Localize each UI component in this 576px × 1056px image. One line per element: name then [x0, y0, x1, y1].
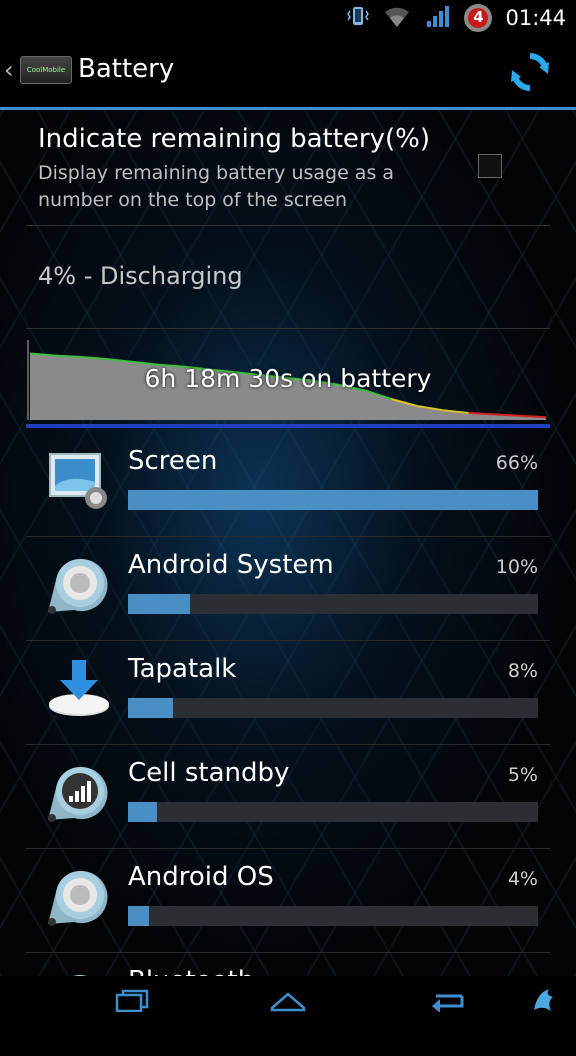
usage-bar-fill: [128, 698, 174, 718]
awake-bar: [26, 424, 550, 428]
usage-row[interactable]: Tapatalk 8%: [0, 640, 576, 744]
notification-count: 4: [473, 8, 484, 26]
battery-level-segment: [468, 412, 495, 416]
preference-summary: Display remaining battery usage as a num…: [38, 162, 395, 211]
battery-level-segment: [520, 414, 547, 419]
up-chevron-icon[interactable]: ‹: [4, 56, 14, 84]
cell-signal-icon: [44, 758, 114, 828]
usage-bar: [128, 802, 538, 822]
usage-percent: 5%: [507, 764, 538, 786]
app-logo[interactable]: CoolMobile: [20, 56, 72, 84]
divider: [26, 225, 550, 226]
usage-bar-fill: [128, 490, 538, 510]
notification-badge-icon: 4: [463, 3, 493, 33]
usage-bar-fill: [128, 594, 190, 614]
usage-bar-fill: [128, 906, 149, 926]
usage-name: Tapatalk: [128, 654, 237, 684]
refresh-icon[interactable]: [508, 50, 552, 98]
navigation-bar: [0, 976, 576, 1024]
time-on-battery: 6h 18m 30s on battery: [144, 364, 432, 393]
usage-bar-fill: [128, 802, 157, 822]
preference-title: Indicate remaining battery(%): [38, 124, 430, 154]
recent-apps-icon[interactable]: [92, 976, 172, 1024]
usage-row[interactable]: Android System 10%: [0, 536, 576, 640]
usage-row[interactable]: Android OS 4%: [0, 848, 576, 952]
usage-name: Android System: [128, 550, 334, 580]
usage-bar: [128, 490, 538, 510]
usage-percent: 10%: [495, 556, 538, 578]
usage-bar: [128, 906, 538, 926]
status-bar: 4 01:44: [0, 0, 576, 36]
vibrate-icon: [347, 4, 370, 32]
android-system-icon: [44, 550, 114, 620]
android-os-icon: [44, 862, 114, 932]
clock: 01:44: [505, 6, 566, 30]
page-title: Battery: [78, 54, 175, 84]
usage-percent: 8%: [507, 660, 538, 682]
wifi-icon: [381, 3, 413, 33]
battery-level-segment: [55, 354, 82, 358]
battery-status: 4% - Discharging: [38, 262, 243, 290]
usage-percent: 4%: [507, 868, 538, 890]
indicate-battery-checkbox[interactable]: [478, 154, 502, 178]
divider: [26, 328, 550, 329]
home-icon[interactable]: [248, 976, 328, 1024]
app-logo-text: CoolMobile: [26, 66, 66, 74]
battery-level-segment: [494, 413, 521, 417]
back-icon[interactable]: [408, 976, 488, 1024]
usage-row[interactable]: Screen 66%: [0, 432, 576, 536]
usage-name: Screen: [128, 446, 218, 476]
usage-bar: [128, 594, 538, 614]
signal-icon: [425, 3, 451, 33]
action-bar: ‹ CoolMobile Battery: [0, 36, 576, 110]
indicate-battery-preference[interactable]: Indicate remaining battery(%) Display re…: [0, 110, 576, 224]
usage-name: Cell standby: [128, 758, 290, 788]
usage-bar: [128, 698, 538, 718]
screen-settings-icon: [44, 446, 114, 516]
dragon-logo-icon: [520, 976, 568, 1024]
usage-row[interactable]: Cell standby 5%: [0, 744, 576, 848]
tapatalk-download-icon: [44, 654, 114, 724]
usage-name: Android OS: [128, 862, 274, 892]
usage-percent: 66%: [495, 452, 538, 474]
